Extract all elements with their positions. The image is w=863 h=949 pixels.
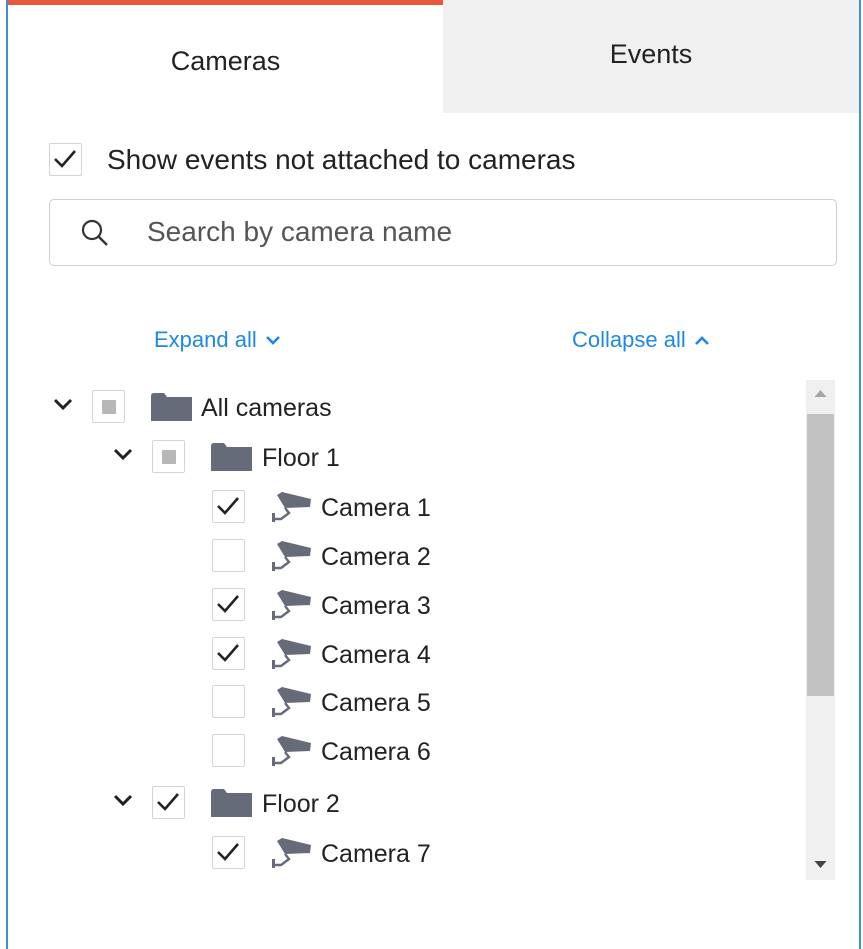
tree-node-label: Camera 1 [321,494,431,522]
tree-node-camera-7[interactable]: Camera 7 [0,831,800,875]
tab-bar: Cameras Events [8,0,859,113]
window-border-right [859,0,861,949]
collapse-all-label: Collapse all [572,327,686,352]
tree-node-label: All cameras [201,394,332,422]
folder-icon [151,393,192,421]
tree-node-label: Camera 3 [321,592,431,620]
camera-icon [272,639,311,669]
camera-icon [272,736,311,766]
tree-node-label: Floor 1 [262,444,340,472]
tree-checkbox-floor-2[interactable] [152,786,185,819]
show-events-checkbox[interactable] [49,143,82,176]
tree-node-camera-1[interactable]: Camera 1 [0,485,800,529]
check-icon [217,497,239,515]
tab-events[interactable]: Events [443,0,859,113]
collapse-all-link[interactable]: Collapse all [572,327,710,353]
check-icon [217,644,239,662]
camera-icon [272,590,311,620]
camera-icon [272,687,311,717]
search-input[interactable] [147,212,807,252]
show-events-label: Show events not attached to cameras [107,144,576,175]
tree-node-all-cameras[interactable]: All cameras [0,385,800,429]
tree-node-camera-4[interactable]: Camera 4 [0,632,800,676]
tree-checkbox-camera-3[interactable] [212,588,245,621]
check-icon [54,150,76,168]
tree-checkbox-all-cameras[interactable] [92,390,125,423]
camera-icon [272,838,311,868]
search-field[interactable] [49,199,837,266]
folder-icon [211,443,252,471]
tree-node-camera-5[interactable]: Camera 5 [0,680,800,724]
tree-node-label: Camera 7 [321,840,431,868]
tree-checkbox-camera-7[interactable] [212,836,245,869]
tree-node-camera-3[interactable]: Camera 3 [0,583,800,627]
partial-indicator [162,450,176,464]
tree-checkbox-camera-1[interactable] [212,490,245,523]
scroll-down-arrow-icon[interactable] [814,860,827,869]
camera-icon [272,492,311,522]
tree-node-camera-6[interactable]: Camera 6 [0,729,800,773]
tree-node-label: Camera 5 [321,689,431,717]
camera-tree: All cameras Floor 1 Camera 1 Camera 2 Ca… [0,380,800,880]
partial-indicator [102,400,116,414]
search-icon [81,219,108,246]
expand-all-link[interactable]: Expand all [154,327,281,353]
check-icon [217,595,239,613]
tree-node-label: Camera 2 [321,543,431,571]
scroll-up-arrow-icon[interactable] [814,389,827,398]
tree-node-label: Floor 2 [262,790,340,818]
chevron-down-icon[interactable] [113,447,133,461]
tree-checkbox-camera-5[interactable] [212,685,245,718]
expand-all-label: Expand all [154,327,257,352]
chevron-down-icon[interactable] [53,397,73,411]
scrollbar-thumb[interactable] [807,414,834,696]
tree-checkbox-camera-4[interactable] [212,637,245,670]
folder-icon [211,789,252,817]
tree-checkbox-camera-6[interactable] [212,734,245,767]
tree-node-floor-1[interactable]: Floor 1 [0,435,800,479]
chevron-down-icon [265,335,280,345]
tab-cameras[interactable]: Cameras [8,0,443,113]
chevron-up-icon [694,335,709,345]
camera-icon [272,541,311,571]
tree-checkbox-camera-2[interactable] [212,539,245,572]
check-icon [217,843,239,861]
tree-checkbox-floor-1[interactable] [152,440,185,473]
tree-node-label: Camera 4 [321,641,431,669]
tree-scrollbar[interactable] [806,380,835,880]
tree-node-label: Camera 6 [321,738,431,766]
tree-node-camera-2[interactable]: Camera 2 [0,534,800,578]
chevron-down-icon[interactable] [113,793,133,807]
tree-node-floor-2[interactable]: Floor 2 [0,781,800,825]
check-icon [157,793,179,811]
